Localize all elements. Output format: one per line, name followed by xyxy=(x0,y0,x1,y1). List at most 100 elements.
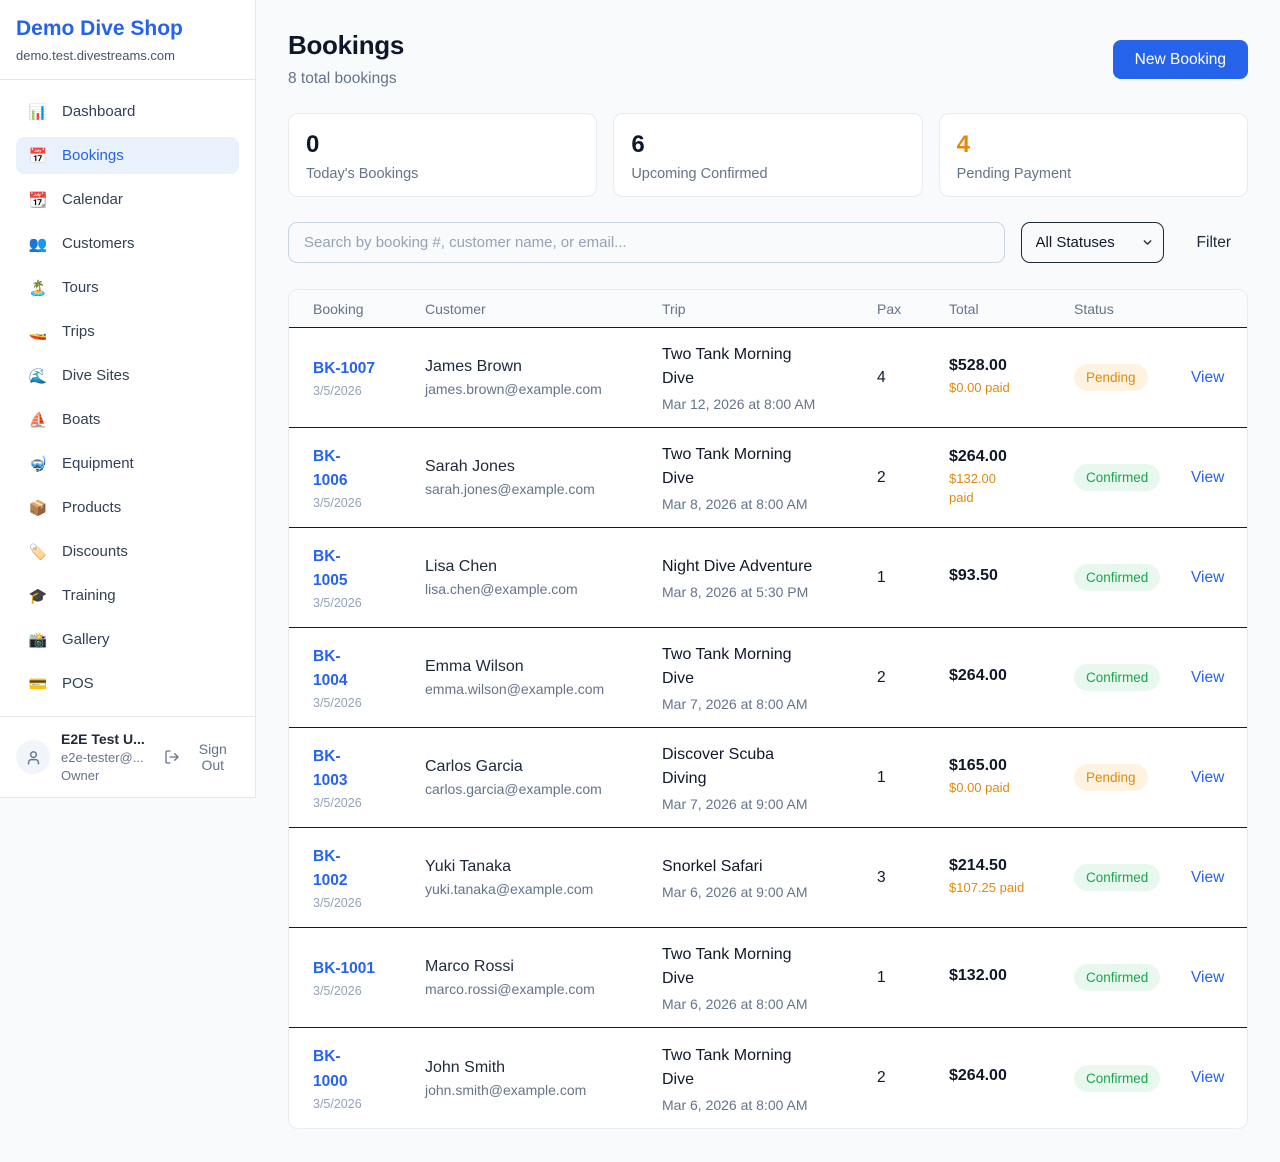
table-row: BK- 1000 3/5/2026 John Smith john.smith@… xyxy=(289,1028,1247,1128)
sidebar-item-label: Dive Sites xyxy=(62,367,130,384)
new-booking-button[interactable]: New Booking xyxy=(1113,40,1248,79)
total-amount: $264.00 xyxy=(949,667,1074,685)
booking-id-link[interactable]: BK-1007 xyxy=(313,357,375,381)
sidebar-item-label: Gallery xyxy=(62,631,110,648)
total-cell: $214.50 $107.25 paid xyxy=(949,857,1074,897)
trip-date: Mar 8, 2026 at 5:30 PM xyxy=(662,584,877,600)
actions-cell: View xyxy=(1191,1069,1224,1087)
sidebar-item-pos[interactable]: 💳 POS xyxy=(16,665,239,702)
sign-out-button[interactable]: Sign Out xyxy=(164,741,239,773)
page-title: Bookings xyxy=(288,30,404,61)
customer-cell: Carlos Garcia carlos.garcia@example.com xyxy=(425,758,662,797)
status-filter-select[interactable]: All Statuses xyxy=(1022,223,1163,262)
sidebar-item-label: Products xyxy=(62,499,121,516)
total-cell: $93.50 xyxy=(949,567,1074,589)
booking-id-link[interactable]: BK- 1005 xyxy=(313,545,347,593)
sidebar-item-customers[interactable]: 👥 Customers xyxy=(16,225,239,262)
bookings-icon: 📅 xyxy=(28,147,48,165)
customer-name: John Smith xyxy=(425,1059,662,1077)
view-link[interactable]: View xyxy=(1191,469,1224,486)
customer-email: john.smith@example.com xyxy=(425,1082,662,1098)
sidebar-item-equipment[interactable]: 🤿 Equipment xyxy=(16,445,239,482)
user-role: Owner xyxy=(61,768,153,783)
customer-email: lisa.chen@example.com xyxy=(425,581,662,597)
booking-id-link[interactable]: BK- 1003 xyxy=(313,745,347,793)
equipment-icon: 🤿 xyxy=(28,455,48,473)
booking-date: 3/5/2026 xyxy=(313,696,425,710)
sidebar-item-products[interactable]: 📦 Products xyxy=(16,489,239,526)
trip-cell: Two Tank Morning Dive Mar 8, 2026 at 8:0… xyxy=(662,443,877,512)
sidebar-item-label: Discounts xyxy=(62,543,128,560)
sidebar-item-training[interactable]: 🎓 Training xyxy=(16,577,239,614)
sidebar-item-bookings[interactable]: 📅 Bookings xyxy=(16,137,239,174)
table-row: BK- 1005 3/5/2026 Lisa Chen lisa.chen@ex… xyxy=(289,528,1247,628)
stat-label: Pending Payment xyxy=(957,166,1230,182)
pos-icon: 💳 xyxy=(28,675,48,693)
trip-date: Mar 6, 2026 at 9:00 AM xyxy=(662,884,877,900)
total-cell: $165.00 $0.00 paid xyxy=(949,757,1074,797)
stat-card-todays-bookings: 0 Today's Bookings xyxy=(288,113,597,197)
status-badge: Pending xyxy=(1074,364,1148,391)
booking-date: 3/5/2026 xyxy=(313,596,425,610)
trip-cell: Two Tank Morning Dive Mar 12, 2026 at 8:… xyxy=(662,343,877,412)
sidebar-item-calendar[interactable]: 📆 Calendar xyxy=(16,181,239,218)
sign-out-icon xyxy=(164,749,180,765)
pax-cell: 1 xyxy=(877,769,949,787)
customer-cell: Yuki Tanaka yuki.tanaka@example.com xyxy=(425,858,662,897)
booking-cell: BK- 1004 3/5/2026 xyxy=(313,645,425,710)
booking-cell: BK- 1003 3/5/2026 xyxy=(313,745,425,810)
filter-button[interactable]: Filter xyxy=(1180,234,1248,252)
sidebar-item-label: Bookings xyxy=(62,147,124,164)
sidebar-item-gallery[interactable]: 📸 Gallery xyxy=(16,621,239,658)
total-amount: $165.00 xyxy=(949,757,1074,775)
brand: Demo Dive Shop demo.test.divestreams.com xyxy=(0,0,255,80)
booking-id-link[interactable]: BK-1001 xyxy=(313,957,375,981)
total-amount: $528.00 xyxy=(949,357,1074,375)
table-header-row: Booking Customer Trip Pax Total Status xyxy=(289,290,1247,328)
status-badge: Confirmed xyxy=(1074,964,1160,991)
view-link[interactable]: View xyxy=(1191,869,1224,886)
booking-id-link[interactable]: BK- 1004 xyxy=(313,645,347,693)
total-cell: $264.00 xyxy=(949,1067,1074,1089)
sidebar-item-dive-sites[interactable]: 🌊 Dive Sites xyxy=(16,357,239,394)
view-link[interactable]: View xyxy=(1191,1069,1224,1086)
stat-value: 0 xyxy=(306,131,579,159)
trip-name: Discover Scuba Diving xyxy=(662,743,877,791)
pax-cell: 3 xyxy=(877,869,949,887)
status-badge: Confirmed xyxy=(1074,864,1160,891)
customer-email: marco.rossi@example.com xyxy=(425,981,662,997)
view-link[interactable]: View xyxy=(1191,969,1224,986)
customer-name: Yuki Tanaka xyxy=(425,858,662,876)
actions-cell: View xyxy=(1191,369,1224,387)
view-link[interactable]: View xyxy=(1191,369,1224,386)
sidebar-item-trips[interactable]: 🚤 Trips xyxy=(16,313,239,350)
view-link[interactable]: View xyxy=(1191,569,1224,586)
main-content: Bookings 8 total bookings New Booking 0 … xyxy=(256,0,1280,1129)
paid-amount: $0.00 paid xyxy=(949,779,1074,797)
sidebar-item-boats[interactable]: ⛵ Boats xyxy=(16,401,239,438)
trip-name: Two Tank Morning Dive xyxy=(662,643,877,691)
customer-email: sarah.jones@example.com xyxy=(425,481,662,497)
table-row: BK- 1004 3/5/2026 Emma Wilson emma.wilso… xyxy=(289,628,1247,728)
sidebar-item-dashboard[interactable]: 📊 Dashboard xyxy=(16,93,239,130)
sidebar-nav: 📊 Dashboard 📅 Bookings 📆 Calendar 👥 Cust… xyxy=(0,80,255,716)
booking-id-link[interactable]: BK- 1002 xyxy=(313,845,347,893)
total-cell: $528.00 $0.00 paid xyxy=(949,357,1074,397)
status-badge: Confirmed xyxy=(1074,1065,1160,1092)
booking-date: 3/5/2026 xyxy=(313,896,425,910)
trip-name: Snorkel Safari xyxy=(662,855,877,879)
sidebar-item-tours[interactable]: 🏝️ Tours xyxy=(16,269,239,306)
sidebar-item-discounts[interactable]: 🏷️ Discounts xyxy=(16,533,239,570)
trip-cell: Two Tank Morning Dive Mar 6, 2026 at 8:0… xyxy=(662,1044,877,1113)
column-header-trip: Trip xyxy=(662,301,877,317)
table-body: BK-1007 3/5/2026 James Brown james.brown… xyxy=(289,328,1247,1128)
booking-id-link[interactable]: BK- 1006 xyxy=(313,445,347,493)
view-link[interactable]: View xyxy=(1191,769,1224,786)
booking-id-link[interactable]: BK- 1000 xyxy=(313,1045,347,1093)
view-link[interactable]: View xyxy=(1191,669,1224,686)
trip-cell: Snorkel Safari Mar 6, 2026 at 9:00 AM xyxy=(662,855,877,900)
sidebar-item-label: Dashboard xyxy=(62,103,135,120)
trip-name: Night Dive Adventure xyxy=(662,555,877,579)
search-input[interactable] xyxy=(288,222,1005,263)
trip-date: Mar 12, 2026 at 8:00 AM xyxy=(662,396,877,412)
